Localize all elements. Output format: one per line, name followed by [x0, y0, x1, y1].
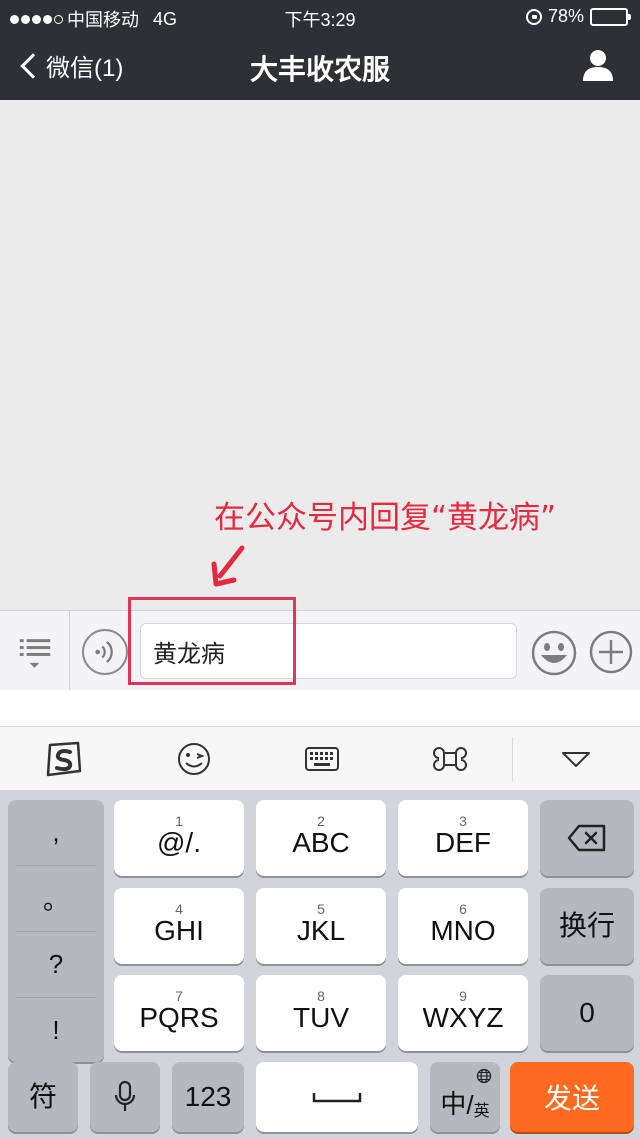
- key-number: 9: [459, 988, 467, 1004]
- annotation-arrow-icon: [211, 545, 245, 587]
- microphone-key[interactable]: [90, 1062, 160, 1132]
- key-letters: TUV: [293, 1002, 349, 1033]
- profile-icon[interactable]: [582, 48, 614, 82]
- collapse-keyboard-icon[interactable]: [556, 741, 596, 777]
- key-number: 7: [175, 988, 183, 1004]
- symbol-key[interactable]: 符: [8, 1062, 78, 1132]
- send-button[interactable]: 发送: [510, 1062, 634, 1132]
- key-letters: @/.: [157, 827, 201, 858]
- zero-label: 0: [579, 997, 595, 1028]
- emoji-button[interactable]: [530, 629, 578, 677]
- key-6[interactable]: 6 MNO: [398, 888, 528, 964]
- punct-key-exclaim[interactable]: !: [8, 998, 104, 1063]
- message-input[interactable]: [140, 623, 517, 679]
- more-options-button[interactable]: [588, 629, 634, 675]
- key-letters: WXYZ: [422, 1002, 504, 1033]
- key-number: 5: [317, 901, 325, 917]
- numeric-label: 123: [184, 1081, 232, 1112]
- key-8[interactable]: 8 TUV: [256, 975, 386, 1051]
- key-letters: DEF: [435, 827, 491, 858]
- key-letters: MNO: [430, 915, 496, 946]
- key-letters: GHI: [154, 915, 204, 946]
- key-number: 8: [317, 988, 325, 1004]
- battery-icon: [590, 7, 631, 26]
- battery-percent: 78%: [547, 6, 584, 26]
- symbol-label: 符: [28, 1081, 57, 1112]
- globe-icon: [476, 1068, 492, 1084]
- space-icon: [312, 1093, 362, 1103]
- key-5[interactable]: 5 JKL: [256, 888, 386, 964]
- key-number: 4: [175, 901, 183, 917]
- page-title: 大丰收农服: [249, 54, 390, 85]
- keyboard-toolbar: [0, 726, 640, 790]
- emoticon-icon[interactable]: [174, 741, 214, 777]
- key-4[interactable]: 4 GHI: [114, 888, 244, 964]
- key-number: 3: [459, 813, 467, 829]
- key-1[interactable]: 1 @/.: [114, 800, 244, 876]
- backspace-key[interactable]: [540, 800, 634, 876]
- sogou-logo-icon[interactable]: [44, 741, 84, 777]
- language-switch-key[interactable]: 中 / 英: [430, 1062, 500, 1132]
- keyboard: , 。 ? ! 1 @/. 2 ABC 3 DEF 4 GHI 5 JKL 6 …: [0, 790, 640, 1138]
- command-icon[interactable]: [430, 741, 470, 777]
- status-bar: 中国移动 4G 下午3:29 78%: [0, 0, 640, 34]
- lang-secondary: 英: [473, 1102, 490, 1120]
- numeric-key[interactable]: 123: [172, 1062, 244, 1132]
- lang-primary: 中: [440, 1088, 467, 1119]
- key-9[interactable]: 9 WXYZ: [398, 975, 528, 1051]
- key-3[interactable]: 3 DEF: [398, 800, 528, 876]
- space-key[interactable]: [256, 1062, 418, 1132]
- key-number: 2: [317, 813, 325, 829]
- toolbar-divider: [512, 737, 513, 781]
- voice-input-button[interactable]: [82, 629, 128, 675]
- microphone-icon: [114, 1080, 136, 1111]
- nav-bar: 微信(1) 大丰收农服: [0, 34, 640, 100]
- newline-label: 换行: [558, 910, 615, 941]
- input-spacer: [0, 690, 640, 726]
- key-letters: JKL: [296, 915, 346, 946]
- punctuation-column: , 。 ? !: [8, 800, 104, 1062]
- punct-key-period[interactable]: 。: [8, 866, 104, 931]
- key-number: 1: [175, 813, 183, 829]
- backspace-icon: [567, 824, 606, 852]
- key-letters: ABC: [292, 827, 350, 858]
- newline-key[interactable]: 换行: [540, 888, 634, 964]
- zero-key[interactable]: 0: [540, 975, 634, 1051]
- punct-key-comma[interactable]: ,: [8, 800, 104, 865]
- keyboard-icon[interactable]: [302, 741, 342, 777]
- status-right: 78%: [525, 6, 631, 27]
- rotation-lock-icon: [525, 8, 542, 25]
- menu-toggle-button[interactable]: [0, 611, 70, 691]
- punct-key-question[interactable]: ?: [8, 932, 104, 997]
- key-letters: PQRS: [139, 1002, 219, 1033]
- key-number: 6: [459, 901, 467, 917]
- key-7[interactable]: 7 PQRS: [114, 975, 244, 1051]
- key-2[interactable]: 2 ABC: [256, 800, 386, 876]
- input-toolbar: [0, 610, 640, 691]
- annotation-text: 在公众号内回复“黄龙病”: [214, 500, 557, 536]
